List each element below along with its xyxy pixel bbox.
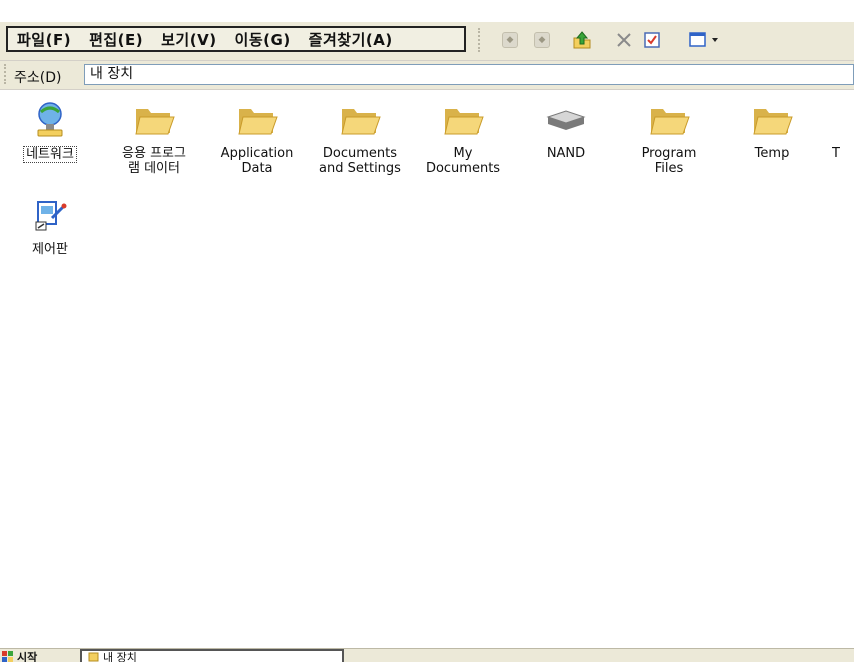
menu-bar: 파일(F) 편집(E) 보기(V) 이동(G) 즐겨찾기(A) [6,26,466,52]
file-item-temp[interactable]: Temp [722,98,822,161]
menu-edit[interactable]: 편집(E) [80,29,152,50]
start-label: 시작 [17,650,38,662]
file-label: My Documents [425,146,501,176]
properties-icon [644,32,660,48]
file-label: 네트워크 [23,146,77,163]
file-label: NAND [546,146,586,161]
file-item-documents-and-settings[interactable]: Documents and Settings [310,98,410,176]
network-icon [28,98,72,142]
file-item-application-data[interactable]: Application Data [207,98,307,176]
file-label: Temp [754,146,790,161]
address-label: 주소(D) [14,70,62,86]
menu-go[interactable]: 이동(G) [226,29,300,50]
device-icon [88,652,99,662]
back-arrow-icon: ◆ [502,32,518,48]
file-item-nand[interactable]: NAND [516,98,616,161]
address-input[interactable]: 내 장치 [84,64,854,85]
file-list: 네트워크 응용 프로그 램 데이터 Application Data Docum… [0,90,854,648]
folder-icon [647,98,691,142]
folder-icon [338,98,382,142]
file-item-app-data-ko[interactable]: 응용 프로그 램 데이터 [104,98,204,176]
forward-arrow-icon: ◆ [534,32,550,48]
file-label: Program Files [641,146,697,176]
file-item-partial[interactable]: T [832,98,854,161]
menu-toolbar-band: 파일(F) 편집(E) 보기(V) 이동(G) 즐겨찾기(A) ◆ ◆ [0,22,854,61]
file-item-program-files[interactable]: Program Files [619,98,719,176]
menu-view[interactable]: 보기(V) [152,29,225,50]
control-panel-icon [28,194,72,238]
file-item-network[interactable]: 네트워크 [0,98,100,163]
up-folder-button[interactable] [572,30,592,50]
toolbar-grip[interactable] [478,28,484,52]
file-label: T [832,146,840,161]
explorer-window: 파일(F) 편집(E) 보기(V) 이동(G) 즐겨찾기(A) ◆ ◆ 주소(D… [0,0,854,662]
views-icon [689,32,706,47]
properties-button[interactable] [642,30,662,50]
delete-button[interactable] [614,30,634,50]
taskbar: 시작 내 장치 [0,648,854,662]
top-strip [0,0,854,22]
start-button[interactable]: 시작 [2,650,37,662]
up-folder-icon [573,31,591,49]
folder-icon [750,98,794,142]
back-button[interactable]: ◆ [500,30,520,50]
folder-icon [832,98,854,142]
forward-button[interactable]: ◆ [532,30,552,50]
file-label: Documents and Settings [319,146,401,176]
folder-icon [132,98,176,142]
views-button[interactable] [684,30,724,50]
file-label: 제어판 [32,242,68,257]
taskbar-item-my-device[interactable]: 내 장치 [80,649,344,662]
menu-file[interactable]: 파일(F) [8,29,80,50]
address-grip[interactable] [4,64,10,84]
task-label: 내 장치 [103,651,137,662]
file-label: 응용 프로그 램 데이터 [122,146,186,176]
address-bar: 주소(D) 내 장치 [0,61,854,90]
folder-icon [235,98,279,142]
file-item-control-panel[interactable]: 제어판 [0,194,100,257]
windows-flag-icon [2,651,13,662]
file-label: Application Data [220,146,294,176]
chevron-down-icon [712,38,718,42]
delete-icon [617,33,631,47]
menu-favorites[interactable]: 즐겨찾기(A) [300,29,402,50]
drive-icon [544,98,588,142]
file-item-my-documents[interactable]: My Documents [413,98,513,176]
folder-icon [441,98,485,142]
